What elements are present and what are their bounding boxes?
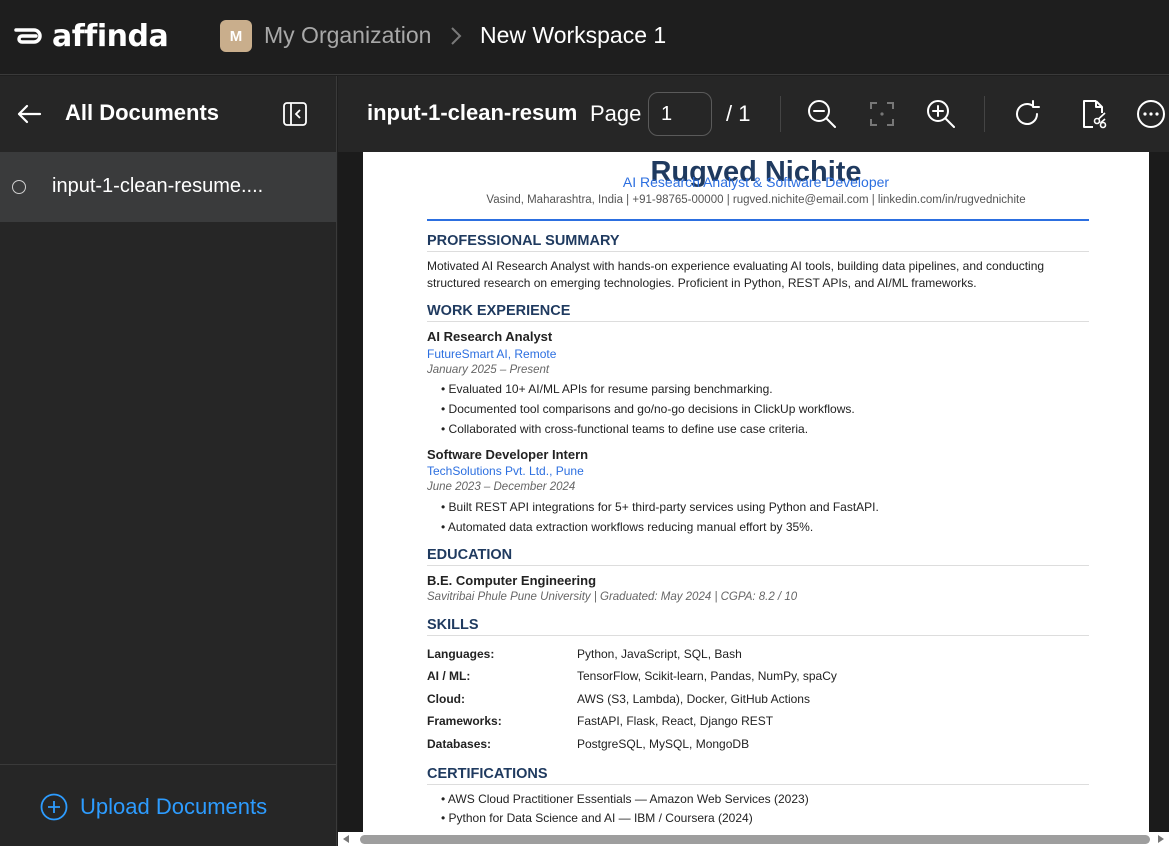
sidebar-footer: Upload Documents [0,764,337,846]
split-document-icon[interactable] [1076,98,1108,130]
zoom-in-icon[interactable] [925,98,957,130]
skill-value: TensorFlow, Scikit-learn, Pandas, NumPy,… [577,669,837,683]
job-dates: June 2023 – December 2024 [427,481,576,493]
resume-page: Rugved Nichite AI Research Analyst & Sof… [363,152,1149,832]
section-heading-education: EDUCATION [427,547,1089,566]
summary-line: Motivated AI Research Analyst with hands… [427,259,1045,273]
rotate-icon[interactable] [1011,98,1043,130]
breadcrumb-organization[interactable]: My Organization [264,22,431,49]
document-select-radio[interactable] [12,180,26,194]
horizontal-scrollbar[interactable] [338,832,1169,846]
section-heading-skills: SKILLS [427,617,1089,636]
skill-value: AWS (S3, Lambda), Docker, GitHub Actions [577,692,810,706]
collapse-sidebar-icon[interactable] [282,101,308,127]
summary-line: structured research on emerging technolo… [427,276,977,290]
cert-item: • Python for Data Science and AI — IBM /… [441,811,753,825]
zoom-out-icon[interactable] [806,98,838,130]
resume-contact: Vasind, Maharashtra, India | +91-98765-0… [486,194,1026,206]
section-heading-work: WORK EXPERIENCE [427,303,1089,322]
back-arrow-icon[interactable] [16,102,42,126]
job-bullet: • Automated data extraction workflows re… [441,520,814,534]
cert-item: • AWS Cloud Practitioner Essentials — Am… [441,792,809,806]
skill-value: PostgreSQL, MySQL, MongoDB [577,737,750,751]
skill-value: Python, JavaScript, SQL, Bash [577,647,742,661]
chevron-right-icon [451,27,462,45]
brand-name: affinda [52,18,169,54]
document-canvas[interactable]: Rugved Nichite AI Research Analyst & Sof… [338,152,1169,832]
resume-header-rule [427,219,1089,221]
sidebar-header: All Documents [0,76,337,152]
job-title: AI Research Analyst [427,329,553,344]
documents-sidebar: All Documents input-1-clean-resume.... U… [0,76,337,846]
skill-label: Frameworks: [427,714,502,728]
scroll-left-arrow-icon[interactable] [343,835,349,843]
breadcrumb-workspace[interactable]: New Workspace 1 [480,22,666,49]
section-heading-summary: PROFESSIONAL SUMMARY [427,233,1089,252]
job-company: TechSolutions Pvt. Ltd., Pune [427,464,584,478]
toolbar-document-name: input-1-clean-resum [367,100,578,125]
org-avatar[interactable]: M [220,20,252,52]
toolbar-divider [984,96,985,132]
resume-title: AI Research Analyst & Software Developer [622,174,890,190]
upload-documents-button[interactable]: Upload Documents [40,793,267,821]
page-label: Page [590,101,642,126]
toolbar-divider [780,96,781,132]
sidebar-title: All Documents [65,100,220,125]
job-bullet: • Evaluated 10+ AI/ML APIs for resume pa… [441,382,773,396]
affinda-logo-icon [14,28,42,44]
upload-documents-label: Upload Documents [80,794,268,819]
viewer-toolbar: input-1-clean-resum Page / 1 [338,76,1169,152]
skill-label: Cloud: [427,692,465,706]
fit-page-icon[interactable] [866,98,898,130]
brand-logo[interactable]: affinda [12,18,169,54]
document-list-item[interactable]: input-1-clean-resume.... [0,152,337,222]
top-bar: affinda M My Organization New Workspace … [0,0,1169,75]
skill-label: Databases: [427,737,492,751]
page-total: / 1 [726,101,751,126]
skill-label: AI / ML: [427,669,471,683]
job-bullet: • Documented tool comparisons and go/no-… [441,402,855,416]
skill-value: FastAPI, Flask, React, Django REST [577,714,774,728]
more-options-icon[interactable] [1135,98,1167,130]
job-dates: January 2025 – Present [427,364,550,376]
page-number-input[interactable] [648,92,712,136]
job-bullet: • Collaborated with cross-functional tea… [441,422,809,436]
scroll-right-arrow-icon[interactable] [1158,835,1164,843]
section-heading-certifications: CERTIFICATIONS [427,766,1089,785]
education-school: Savitribai Phule Pune University | Gradu… [427,591,798,603]
document-name: input-1-clean-resume.... [52,175,264,197]
plus-circle-icon [40,793,68,821]
job-bullet: • Built REST API integrations for 5+ thi… [441,500,879,514]
skill-label: Languages: [427,647,495,661]
education-degree: B.E. Computer Engineering [427,573,597,588]
job-title: Software Developer Intern [427,447,589,462]
job-company: FutureSmart AI, Remote [427,347,557,361]
scrollbar-thumb[interactable] [360,835,1150,844]
